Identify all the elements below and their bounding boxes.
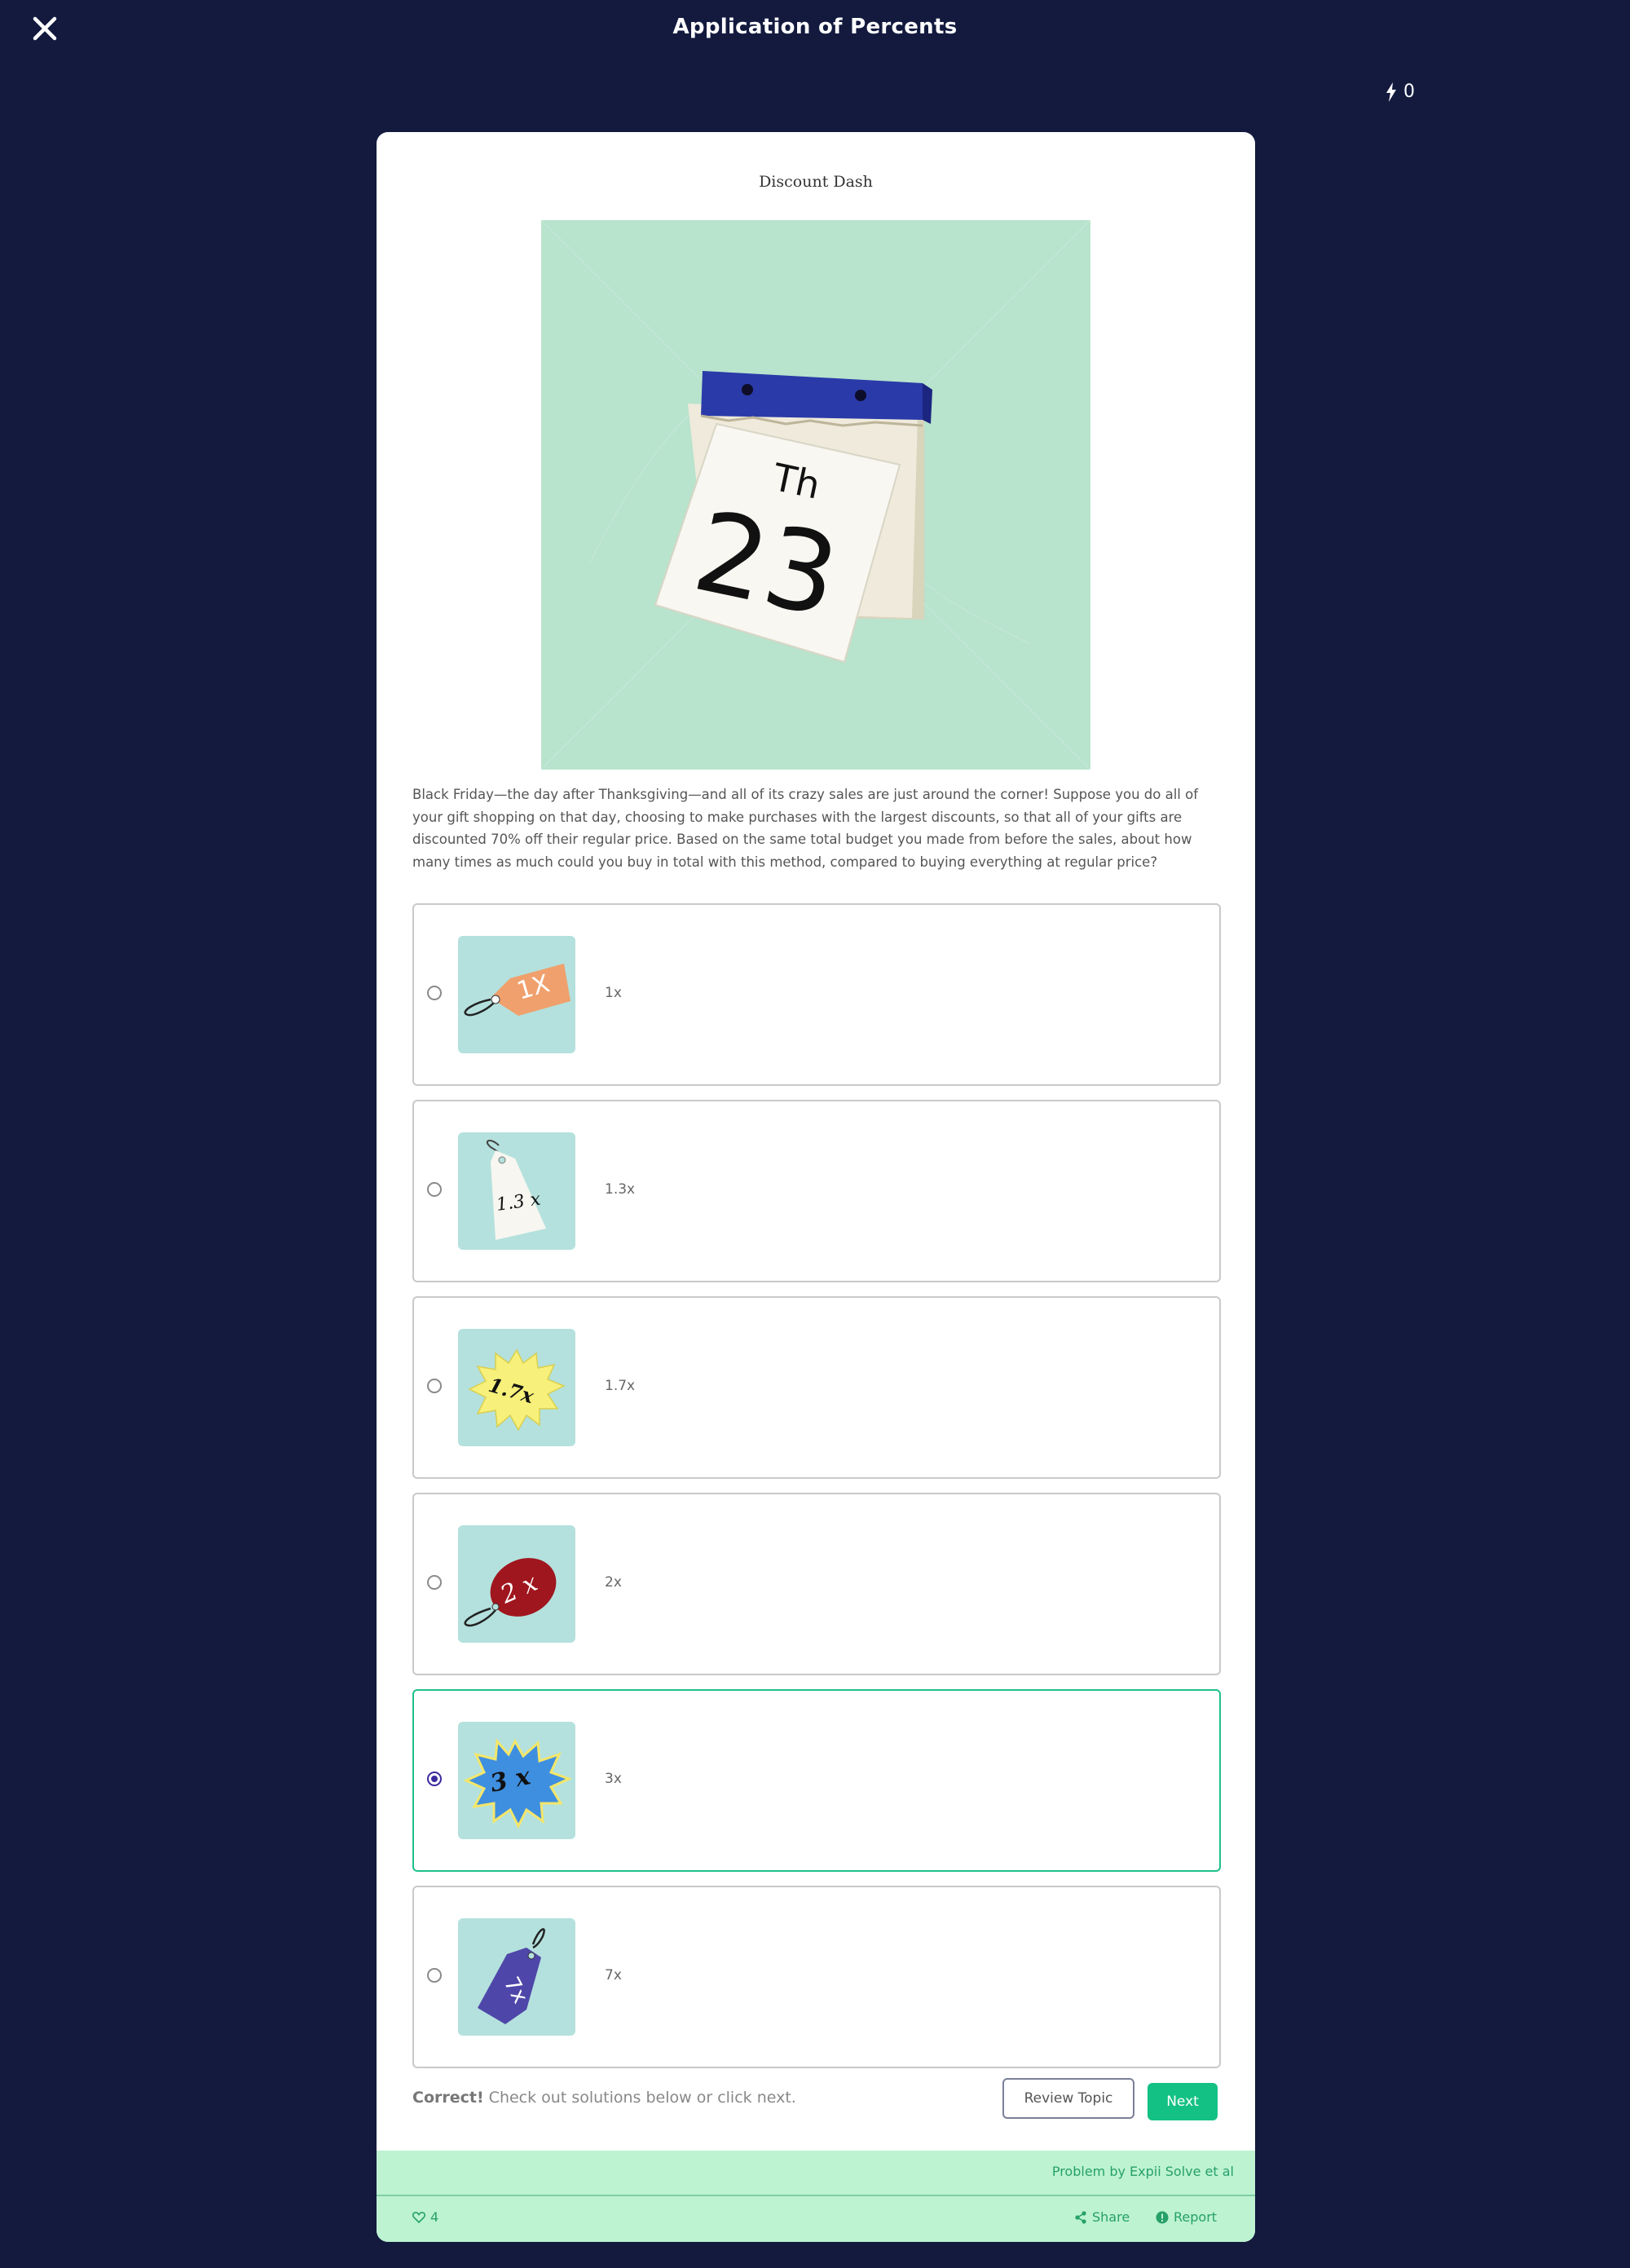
- radio-button[interactable]: [427, 1379, 442, 1393]
- option-label: 1.3x: [605, 1181, 636, 1198]
- question-text: Black Friday—the day after Thanksgiving—…: [412, 787, 1199, 870]
- heart-icon: [412, 2211, 425, 2223]
- option-label: 1x: [605, 985, 622, 1001]
- report-label: Report: [1174, 2209, 1218, 2225]
- answer-option-1x[interactable]: 1X 1x: [412, 903, 1221, 1086]
- info-icon: [1156, 2211, 1169, 2223]
- radio-button[interactable]: [427, 1968, 442, 1983]
- share-icon: [1075, 2210, 1086, 2224]
- price-tag-image: 7x: [458, 1918, 575, 2036]
- option-label: 7x: [605, 1967, 622, 1983]
- share-label: Share: [1092, 2209, 1130, 2225]
- page-title: Application of Percents: [672, 15, 958, 39]
- answer-option-1-7x[interactable]: 1.7x 1.7x: [412, 1296, 1221, 1479]
- energy-count: 0: [1403, 82, 1415, 102]
- author-bar: Problem by Expii Solve et al: [377, 2151, 1255, 2196]
- lightning-bolt-icon: [1386, 82, 1396, 102]
- price-tag-image: 1.3 x: [458, 1132, 575, 1250]
- next-button[interactable]: Next: [1148, 2083, 1218, 2120]
- feedback-message: Correct! Check out solutions below or cl…: [412, 2089, 796, 2107]
- option-label: 3x: [605, 1771, 622, 1787]
- energy-counter: 0: [1386, 82, 1415, 102]
- starburst-image: 1.7x: [458, 1329, 575, 1446]
- review-topic-button[interactable]: Review Topic: [1002, 2078, 1134, 2119]
- calendar-illustration: Th 23: [540, 219, 1091, 770]
- feedback-text: Check out solutions below or click next.: [483, 2089, 796, 2107]
- option-label: 1.7x: [605, 1378, 636, 1394]
- like-button[interactable]: 4: [412, 2209, 438, 2225]
- price-tag-image: 1X: [458, 936, 575, 1053]
- radio-button-selected[interactable]: [427, 1772, 442, 1786]
- problem-title: Discount Dash: [759, 173, 873, 191]
- answer-option-3x[interactable]: 3 x 3x: [412, 1689, 1221, 1872]
- problem-card: Discount Dash Th 23 Black Friday—the day…: [377, 132, 1255, 2242]
- feedback-strong: Correct!: [412, 2089, 484, 2107]
- answer-option-7x[interactable]: 7x 7x: [412, 1886, 1221, 2068]
- answer-option-2x[interactable]: 2 x 2x: [412, 1493, 1221, 1675]
- report-button[interactable]: Report: [1156, 2209, 1217, 2225]
- starburst-image: 3 x: [458, 1722, 575, 1839]
- top-bar: Application of Percents: [0, 0, 1630, 59]
- price-tag-image: 2 x: [458, 1525, 575, 1643]
- answer-option-1-3x[interactable]: 1.3 x 1.3x: [412, 1100, 1221, 1282]
- radio-button[interactable]: [427, 986, 442, 1000]
- radio-button[interactable]: [427, 1575, 442, 1590]
- action-bar: 4 Share Report: [377, 2196, 1255, 2242]
- share-button[interactable]: Share: [1074, 2209, 1130, 2225]
- radio-button[interactable]: [427, 1182, 442, 1197]
- like-count: 4: [430, 2209, 439, 2225]
- option-label: 2x: [605, 1574, 622, 1591]
- problem-author[interactable]: Problem by Expii Solve et al: [1052, 2164, 1234, 2179]
